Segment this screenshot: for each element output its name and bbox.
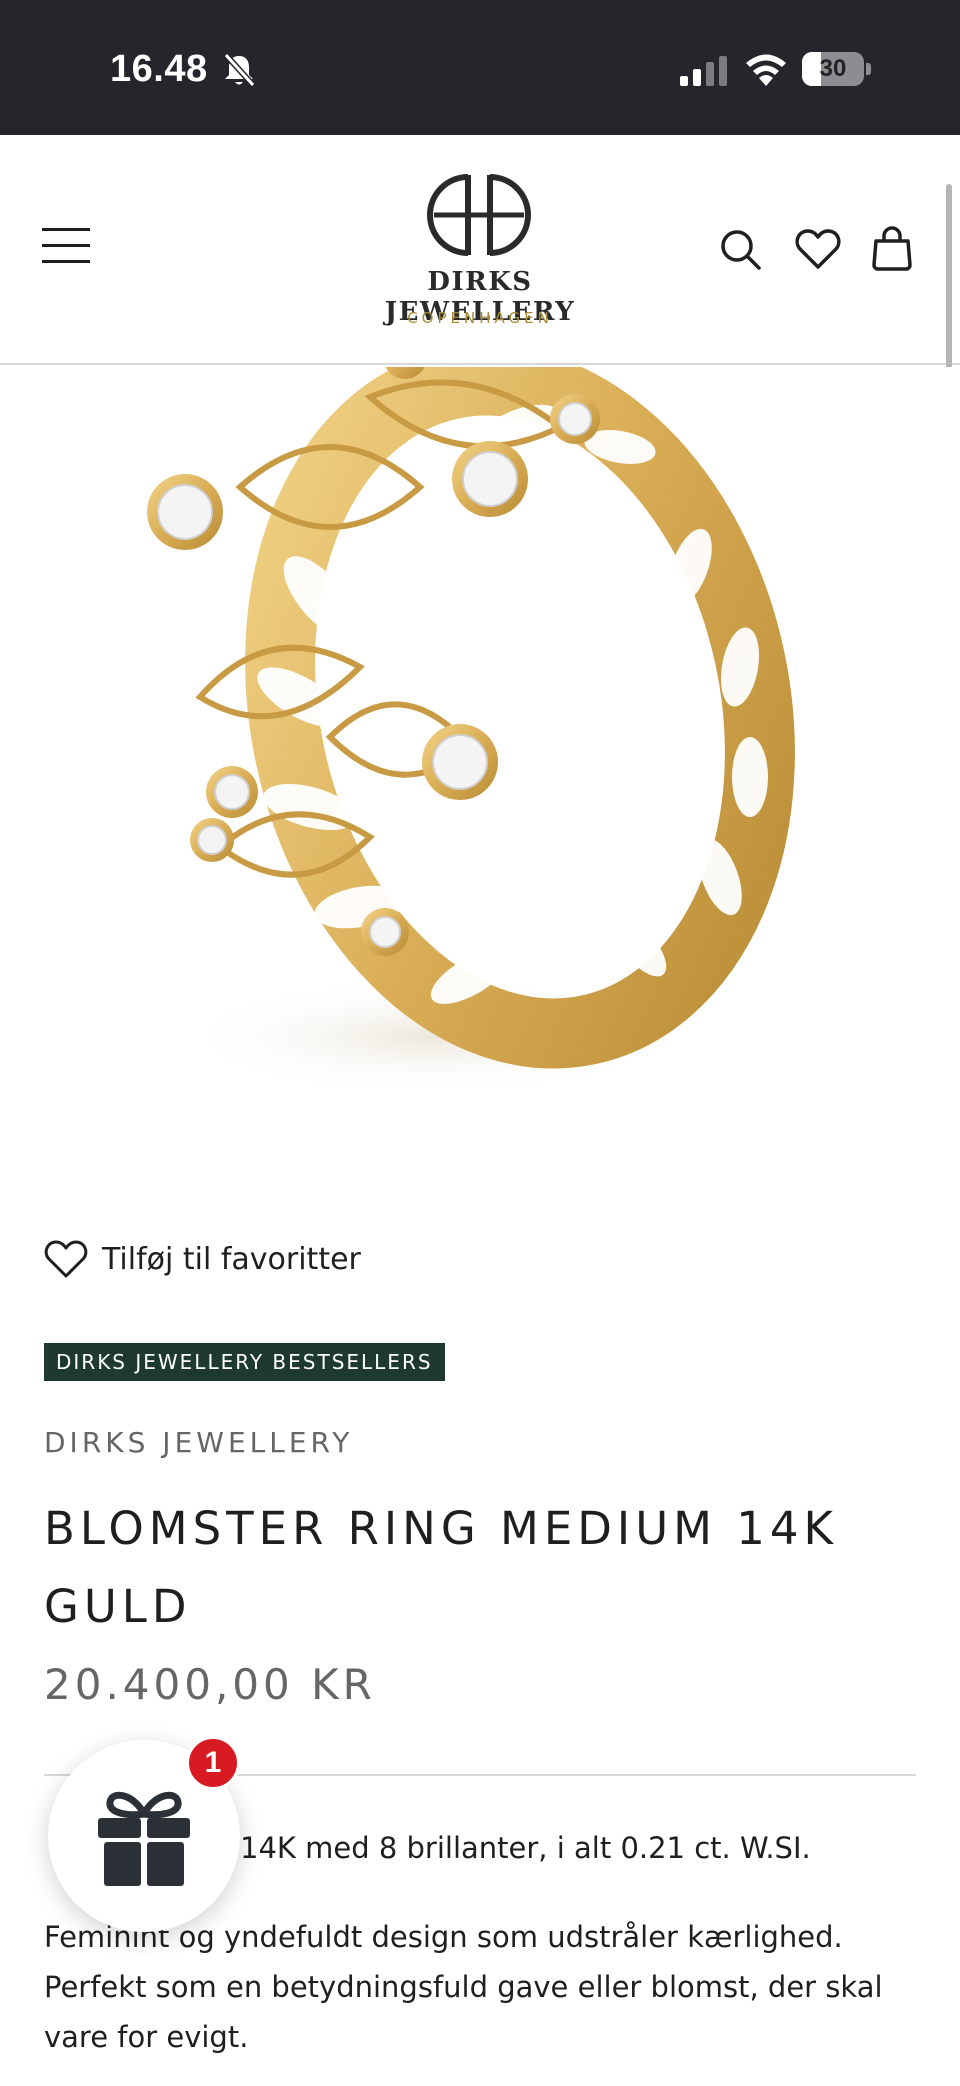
- product-price: 20.400,00 KR: [44, 1660, 376, 1709]
- heart-icon[interactable]: [794, 225, 842, 273]
- notification-badge: 1: [186, 1736, 240, 1790]
- gift-icon: [98, 1791, 190, 1886]
- bag-icon[interactable]: [868, 225, 916, 273]
- favorites-label: Tilføj til favoritter: [102, 1241, 361, 1277]
- menu-button[interactable]: [42, 228, 92, 268]
- product-description-long: Feminint og yndefuldt design som udstrål…: [44, 1920, 883, 2054]
- logo-city: COPENHAGEN: [407, 309, 553, 327]
- battery-indicator: 30: [802, 52, 872, 86]
- cellular-signal-icon: [680, 56, 727, 86]
- site-header: DIRKS JEWELLERY COPENHAGEN: [0, 135, 960, 365]
- collection-badge[interactable]: DIRKS JEWELLERY BESTSELLERS: [44, 1343, 445, 1381]
- add-to-favorites-button[interactable]: Tilføj til favoritter: [44, 1236, 361, 1282]
- status-bar: 16.48 30: [0, 0, 960, 135]
- menu-icon: [42, 228, 90, 231]
- logo-monogram-icon: [427, 174, 531, 256]
- status-time: 16.48: [110, 48, 208, 90]
- product-vendor[interactable]: DIRKS JEWELLERY: [44, 1426, 353, 1459]
- heart-outline-icon: [44, 1240, 88, 1278]
- search-icon[interactable]: [716, 225, 764, 273]
- battery-level: 30: [819, 55, 847, 82]
- product-image[interactable]: [0, 367, 960, 1127]
- ring-image: [147, 367, 795, 1097]
- bell-off-icon: [223, 52, 256, 88]
- brand-logo[interactable]: DIRKS JEWELLERY COPENHAGEN: [330, 171, 630, 331]
- wifi-icon: [746, 54, 786, 86]
- product-title: BLOMSTER RING MEDIUM 14K GULD: [44, 1502, 839, 1633]
